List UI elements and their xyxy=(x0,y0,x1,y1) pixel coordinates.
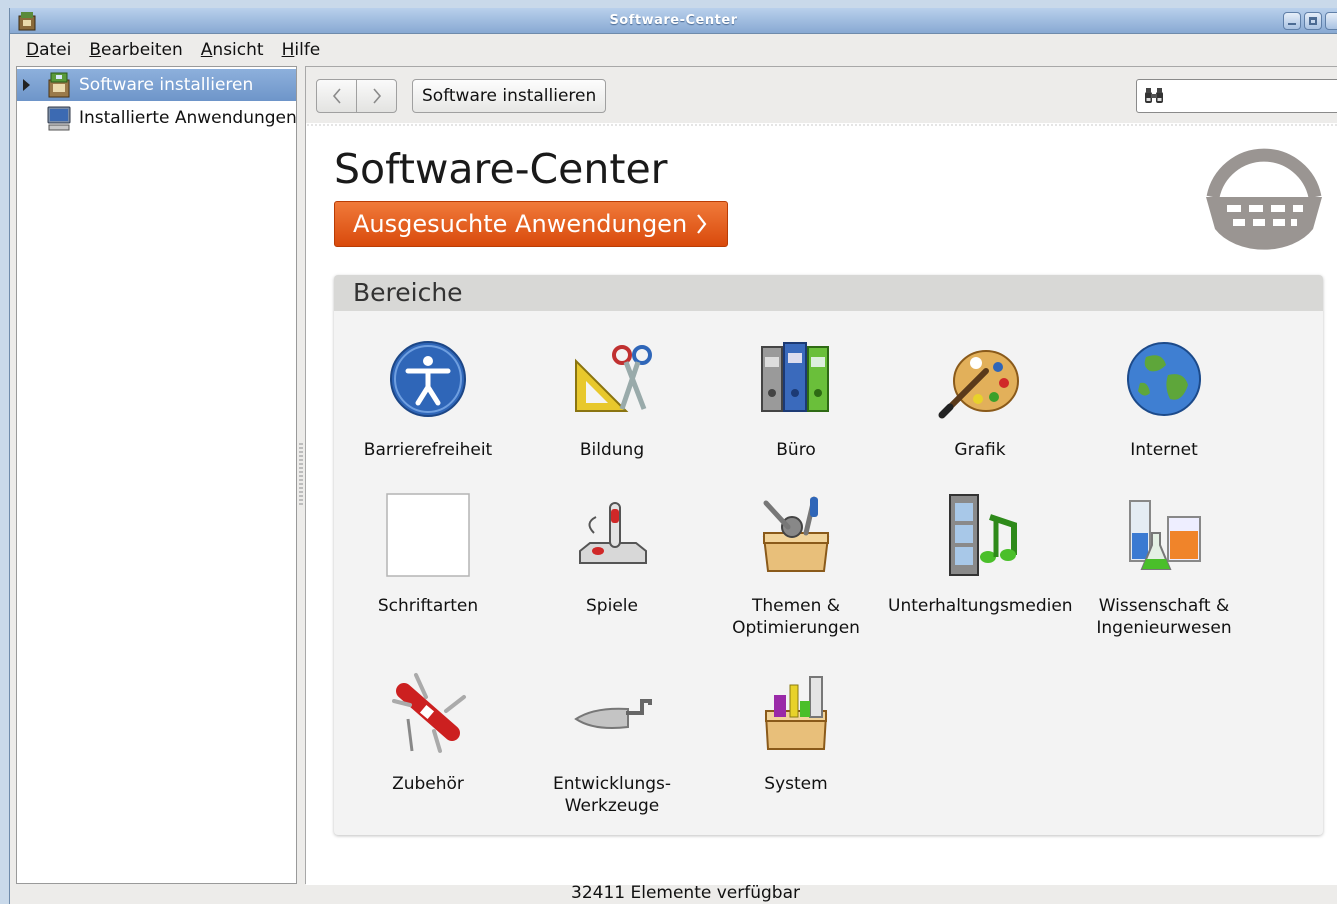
history-navigation xyxy=(316,79,397,113)
pane-splitter-handle[interactable] xyxy=(299,443,303,505)
category-label: Entwicklungs- Werkzeuge xyxy=(552,774,672,816)
category-label: Themen & Optimierungen xyxy=(732,596,860,638)
category-label: Bildung xyxy=(579,440,645,460)
category-wissenschaft-ingenieurwesen[interactable]: Wissenschaft & Ingenieurwesen xyxy=(1072,493,1256,639)
computer-icon xyxy=(47,106,71,131)
binoculars-icon xyxy=(1145,88,1163,103)
games-icon xyxy=(579,502,647,564)
page-title: Software-Center xyxy=(334,145,668,193)
category-label: Büro xyxy=(776,440,816,460)
themes-icon xyxy=(762,496,830,572)
category-system[interactable]: System xyxy=(704,671,888,795)
app-window: Software-Center Datei Bearbeiten Ansicht… xyxy=(9,8,1337,904)
sidebar: Software installieren Installierte Anwen… xyxy=(16,66,297,884)
menu-bearbeiten-mnemonic: B xyxy=(89,40,102,60)
software-center-icon xyxy=(48,72,70,98)
sidebar-item-software-installieren[interactable]: Software installieren xyxy=(17,69,296,101)
category-label: Wissenschaft & Ingenieurwesen xyxy=(1096,596,1232,638)
statusbar: 32411 Elemente verfügbar xyxy=(10,883,1337,904)
chevron-right-icon xyxy=(372,88,381,104)
featured-apps-label: Ausgesuchte Anwendungen xyxy=(353,210,688,238)
category-label: Unterhaltungsmedien xyxy=(888,596,1073,616)
category-grafik[interactable]: Grafik xyxy=(888,337,1072,461)
close-button[interactable] xyxy=(1325,12,1337,30)
main-panel: Software installieren Software-Center Au… xyxy=(305,66,1337,885)
menu-datei-label: atei xyxy=(39,40,72,60)
category-barrierefreiheit[interactable]: Barrierefreiheit xyxy=(336,337,520,461)
window-controls xyxy=(1283,12,1337,30)
category-themen-optimierungen[interactable]: Themen & Optimierungen xyxy=(704,493,888,639)
software-center-basket-logo xyxy=(1206,148,1322,250)
internet-icon xyxy=(1127,342,1201,416)
category-label: Grafik xyxy=(954,440,1006,460)
category-label: Barrierefreiheit xyxy=(363,440,493,460)
expander-arrow-icon[interactable] xyxy=(23,79,30,91)
accessibility-icon xyxy=(390,341,466,417)
education-icon xyxy=(575,345,652,412)
toolbar: Software installieren xyxy=(306,67,1337,123)
category-schriftarten[interactable]: Schriftarten xyxy=(336,493,520,617)
menu-datei[interactable]: Datei xyxy=(17,40,80,60)
departments-header: Bereiche xyxy=(334,275,1323,311)
category-bildung[interactable]: Bildung xyxy=(520,337,704,461)
departments-heading: Bereiche xyxy=(353,278,463,307)
menu-bearbeiten[interactable]: Bearbeiten xyxy=(80,40,191,60)
sidebar-item-label: Software installieren xyxy=(79,75,254,95)
titlebar[interactable]: Software-Center xyxy=(10,8,1337,34)
chevron-right-icon xyxy=(697,214,707,234)
menubar: Datei Bearbeiten Ansicht Hilfe xyxy=(10,35,1337,65)
content-area: Software-Center Ausgesuchte Anwendungen … xyxy=(306,123,1337,885)
minimize-button[interactable] xyxy=(1283,12,1301,30)
menu-ansicht-mnemonic: A xyxy=(200,40,213,60)
category-spiele[interactable]: Spiele xyxy=(520,493,704,617)
category-unterhaltungsmedien[interactable]: Unterhaltungsmedien xyxy=(888,493,1073,617)
category-label: Spiele xyxy=(586,596,638,616)
category-entwicklungswerkzeuge[interactable]: Entwicklungs- Werkzeuge xyxy=(520,671,704,817)
window-title: Software-Center xyxy=(609,13,738,28)
menu-datei-mnemonic: D xyxy=(26,40,40,60)
status-text: 32411 Elemente verfügbar xyxy=(571,883,800,903)
departments-panel: Bereiche Barrierefreiheit Bildung Büro G… xyxy=(334,275,1323,835)
menu-ansicht-label: nsicht xyxy=(212,40,264,60)
science-icon xyxy=(1129,500,1201,570)
back-button[interactable] xyxy=(317,80,356,112)
sidebar-item-label: Installierte Anwendungen xyxy=(79,108,297,128)
system-icon xyxy=(764,676,828,750)
menu-bearbeiten-label: earbeiten xyxy=(101,40,183,60)
category-zubehoer[interactable]: Zubehör xyxy=(336,671,520,795)
category-label: Zubehör xyxy=(392,774,464,794)
featured-apps-button[interactable]: Ausgesuchte Anwendungen xyxy=(334,201,729,247)
multimedia-icon xyxy=(949,494,1017,576)
developer-tools-icon xyxy=(574,699,652,729)
accessories-icon xyxy=(392,673,466,753)
search-input[interactable] xyxy=(1136,79,1337,113)
office-icon xyxy=(761,342,829,412)
category-internet[interactable]: Internet xyxy=(1072,337,1256,461)
forward-button[interactable] xyxy=(356,80,396,112)
menu-ansicht[interactable]: Ansicht xyxy=(192,40,273,60)
breadcrumb-software-installieren[interactable]: Software installieren xyxy=(412,79,607,113)
category-label: System xyxy=(764,774,828,794)
category-buero[interactable]: Büro xyxy=(704,337,888,461)
menu-hilfe-mnemonic: H xyxy=(281,40,295,60)
fonts-icon xyxy=(386,493,470,577)
graphics-icon xyxy=(938,350,1019,419)
menu-hilfe-label: ilfe xyxy=(294,40,321,60)
category-label: Schriftarten xyxy=(377,596,479,616)
menu-hilfe[interactable]: Hilfe xyxy=(273,40,330,60)
sidebar-item-installierte-anwendungen[interactable]: Installierte Anwendungen xyxy=(17,102,297,134)
category-label: Internet xyxy=(1130,440,1198,460)
chevron-left-icon xyxy=(332,88,341,104)
maximize-button[interactable] xyxy=(1304,12,1322,30)
